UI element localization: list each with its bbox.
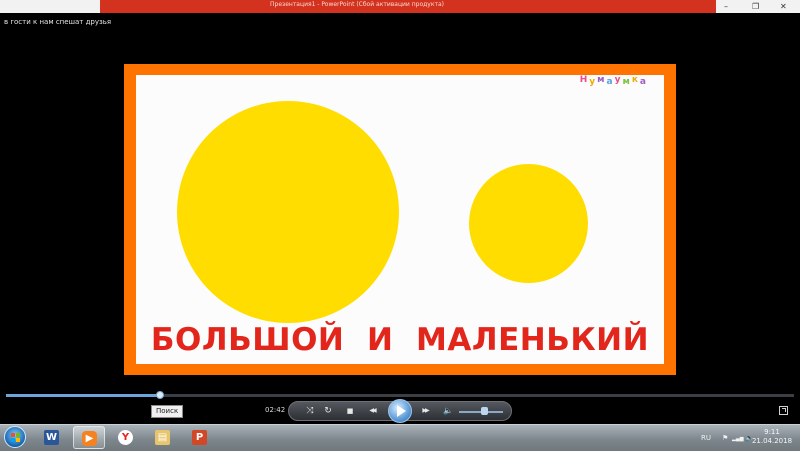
taskbar-app-yandex-browser[interactable]: Y	[110, 426, 142, 449]
clock[interactable]: 9:11 21.04.2018	[750, 428, 794, 446]
logo-letter: к	[631, 75, 640, 85]
word-icon: W	[44, 430, 59, 445]
powerpoint-icon: P	[192, 430, 207, 445]
language-indicator[interactable]: RU	[701, 434, 711, 442]
quick-access-area	[0, 0, 100, 13]
taskbar-app-media-player[interactable]: ▶	[73, 426, 105, 449]
close-button[interactable]: ✕	[780, 1, 787, 12]
powerpoint-window-caption: Презентация1 - PowerPoint (Сбой активаци…	[270, 1, 444, 8]
logo-letter: у	[589, 77, 598, 87]
logo-letter: а	[639, 77, 648, 87]
seek-bar-progress	[6, 394, 161, 397]
shuffle-icon[interactable]: ⤨	[303, 405, 317, 417]
minimize-button[interactable]: –	[724, 1, 728, 12]
logo-letter: а	[606, 77, 615, 87]
logo-letter: м	[597, 75, 607, 85]
previous-icon[interactable]: ◀◀	[365, 405, 379, 417]
playback-time: 02:42	[265, 406, 286, 414]
slide-caption: БОЛЬШОЙ И МАЛЕНЬКИЙ	[150, 322, 650, 358]
video-frame-slide[interactable]: Нумаумка БОЛЬШОЙ И МАЛЕНЬКИЙ	[124, 64, 676, 375]
play-button[interactable]	[388, 399, 412, 423]
repeat-icon[interactable]: ↻	[321, 405, 335, 417]
logo-letter: м	[622, 77, 632, 87]
player-controls: ⤨ ↻ ■ ◀◀ ▶▶ 🔈	[288, 399, 512, 423]
slide-canvas: Нумаумка БОЛЬШОЙ И МАЛЕНЬКИЙ	[136, 75, 664, 364]
small-circle	[469, 164, 588, 283]
seek-bar[interactable]	[6, 391, 794, 399]
windows-taskbar: W ▶ Y ▤ P	[0, 424, 800, 451]
restore-button[interactable]: ❐	[752, 1, 759, 12]
seek-tooltip: Поиск	[151, 405, 184, 418]
network-icon[interactable]: ▂▄▆	[732, 436, 744, 442]
media-player-icon: ▶	[82, 431, 97, 446]
powerpoint-title-bar: Презентация1 - PowerPoint (Сбой активаци…	[0, 0, 800, 13]
taskbar-app-powerpoint[interactable]: P	[184, 426, 216, 449]
flag-icon[interactable]: ⚑	[722, 434, 728, 442]
big-circle	[177, 101, 399, 323]
volume-thumb[interactable]	[481, 407, 488, 415]
taskbar-app-explorer[interactable]: ▤	[147, 426, 179, 449]
channel-logo: Нумаумка	[579, 75, 648, 87]
clock-time: 9:11	[764, 428, 780, 436]
seek-thumb[interactable]	[156, 391, 165, 399]
logo-letter: Н	[579, 75, 590, 85]
taskbar-app-word[interactable]: W	[36, 426, 68, 449]
start-button[interactable]	[4, 426, 26, 448]
logo-letter: у	[614, 75, 623, 85]
clock-date: 21.04.2018	[751, 437, 793, 445]
window-controls: – ❐ ✕	[716, 0, 800, 13]
volume-icon[interactable]: 🔈	[441, 405, 455, 417]
play-icon	[397, 405, 406, 417]
explorer-icon: ▤	[155, 430, 170, 445]
stop-icon[interactable]: ■	[343, 405, 357, 417]
next-icon[interactable]: ▶▶	[418, 405, 432, 417]
player-video-title: в гости к нам спешат друзья	[4, 18, 112, 26]
yandex-browser-icon: Y	[118, 430, 133, 445]
fullscreen-icon[interactable]	[779, 406, 788, 415]
